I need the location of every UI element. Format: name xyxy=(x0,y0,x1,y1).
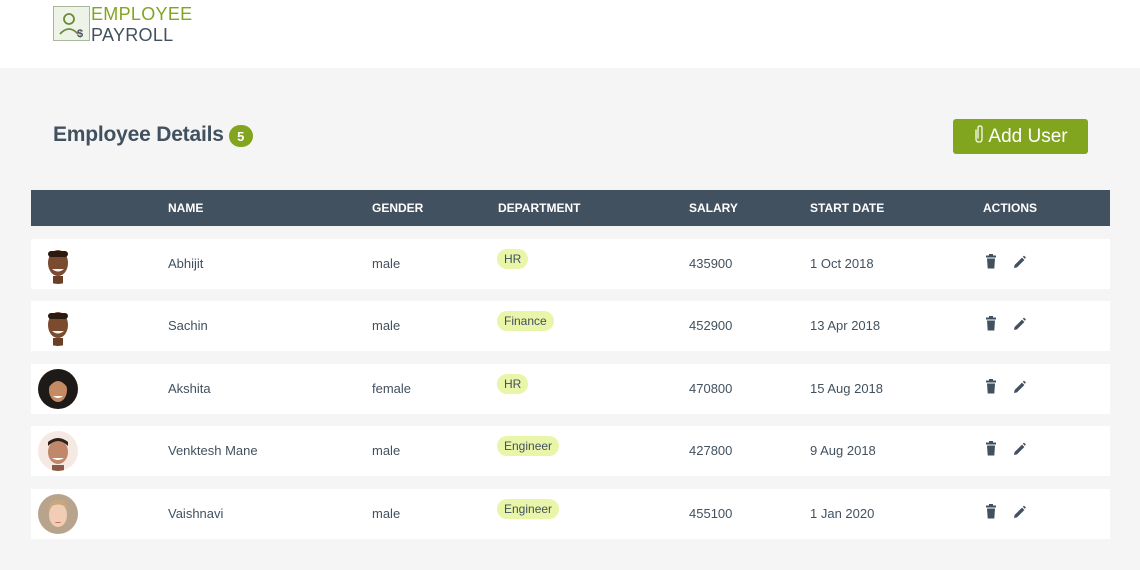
table-header: NAME GENDER DEPARTMENT SALARY START DATE… xyxy=(31,190,1110,226)
trash-icon[interactable] xyxy=(984,379,998,395)
table-row: Abhijit male HR 435900 1 Oct 2018 xyxy=(31,239,1110,289)
avatar xyxy=(38,369,78,409)
department-badge: Finance xyxy=(497,311,554,331)
header-actions: ACTIONS xyxy=(983,201,1037,215)
pencil-icon[interactable] xyxy=(1012,441,1026,457)
user-dollar-icon: $ xyxy=(53,6,90,41)
header-start-date[interactable]: START DATE xyxy=(810,190,884,226)
header-name[interactable]: NAME xyxy=(168,190,203,226)
app-logo[interactable]: $ EMPLOYEE PAYROLL xyxy=(53,4,192,46)
cell-salary: 435900 xyxy=(689,256,733,271)
cell-start-date: 1 Oct 2018 xyxy=(810,256,874,271)
department-badge: HR xyxy=(497,249,529,269)
table-row: Sachin male Finance 452900 13 Apr 2018 xyxy=(31,301,1110,351)
header-gender[interactable]: GENDER xyxy=(372,190,423,226)
avatar xyxy=(38,244,78,284)
trash-icon[interactable] xyxy=(984,441,998,457)
cell-start-date: 15 Aug 2018 xyxy=(810,381,884,396)
header-department[interactable]: DEPARTMENT xyxy=(498,190,580,226)
cell-gender: male xyxy=(372,318,401,333)
table-row: Vaishnavi male Engineer 455100 1 Jan 202… xyxy=(31,489,1110,539)
cell-salary: 470800 xyxy=(689,381,733,396)
employee-count-badge: 5 xyxy=(228,125,253,147)
table-row: Akshita female HR 470800 15 Aug 2018 xyxy=(31,364,1110,414)
page-title: Employee Details xyxy=(53,122,224,146)
pencil-icon[interactable] xyxy=(1012,379,1026,395)
cell-salary: 452900 xyxy=(689,318,733,333)
department-badge: Engineer xyxy=(497,436,560,456)
cell-salary: 427800 xyxy=(689,443,733,458)
app-header: $ EMPLOYEE PAYROLL xyxy=(0,0,1140,68)
trash-icon[interactable] xyxy=(984,254,998,270)
logo-line2: PAYROLL xyxy=(91,25,174,45)
cell-name: Venktesh Mane xyxy=(168,443,258,458)
cell-salary: 455100 xyxy=(689,506,733,521)
cell-name: Sachin xyxy=(168,318,208,333)
paperclip-icon xyxy=(973,124,985,144)
cell-gender: male xyxy=(372,506,401,521)
cell-gender: female xyxy=(372,381,412,396)
trash-icon[interactable] xyxy=(984,504,998,520)
pencil-icon[interactable] xyxy=(1012,316,1026,332)
logo-line1: EMPLOYEE xyxy=(91,4,193,24)
pencil-icon[interactable] xyxy=(1012,254,1026,270)
avatar xyxy=(38,306,78,346)
cell-name: Abhijit xyxy=(168,256,204,271)
cell-start-date: 13 Apr 2018 xyxy=(810,318,881,333)
department-badge: Engineer xyxy=(497,499,560,519)
avatar xyxy=(38,494,78,534)
cell-gender: male xyxy=(372,256,401,271)
department-badge: HR xyxy=(497,374,529,394)
table-row: Venktesh Mane male Engineer 427800 9 Aug… xyxy=(31,426,1110,476)
avatar xyxy=(38,431,78,471)
pencil-icon[interactable] xyxy=(1012,504,1026,520)
cell-start-date: 9 Aug 2018 xyxy=(810,443,876,458)
add-user-button[interactable]: Add User xyxy=(953,119,1088,154)
add-user-label: Add User xyxy=(988,125,1068,147)
cell-name: Akshita xyxy=(168,381,211,396)
cell-name: Vaishnavi xyxy=(168,506,224,521)
header-salary[interactable]: SALARY xyxy=(689,190,738,226)
cell-start-date: 1 Jan 2020 xyxy=(810,506,875,521)
trash-icon[interactable] xyxy=(984,316,998,332)
svg-text:$: $ xyxy=(77,28,83,40)
cell-gender: male xyxy=(372,443,401,458)
employee-table: NAME GENDER DEPARTMENT SALARY START DATE… xyxy=(31,190,1110,539)
